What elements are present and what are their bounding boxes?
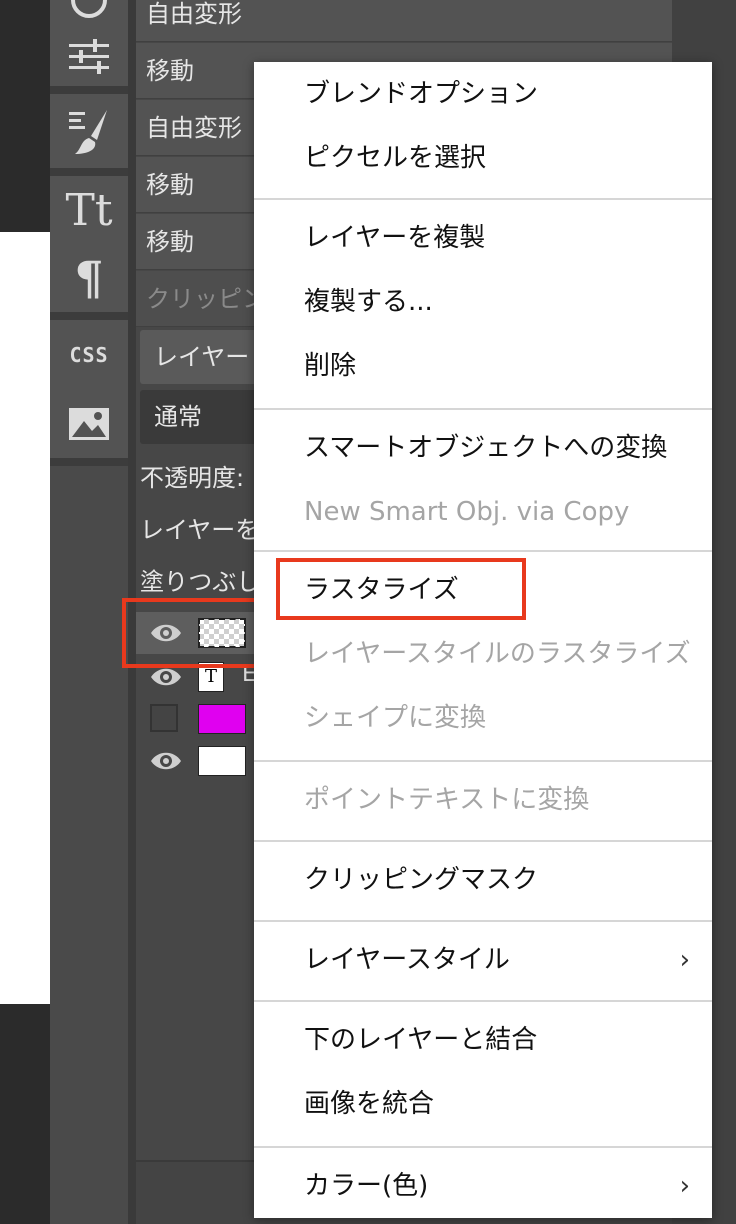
menu-separator bbox=[254, 840, 712, 842]
visibility-eye-icon[interactable] bbox=[150, 748, 182, 774]
menu-item-layer-style[interactable]: レイヤースタイル › bbox=[254, 928, 712, 992]
highlight-box-rasterize bbox=[276, 558, 526, 620]
background-layer-thumbnail bbox=[198, 746, 246, 776]
image-tool-icon[interactable] bbox=[50, 390, 128, 458]
chevron-right-icon: › bbox=[679, 1171, 690, 1201]
menu-separator bbox=[254, 408, 712, 410]
menu-item-flatten-image[interactable]: 画像を統合 bbox=[254, 1072, 712, 1136]
tool-separator bbox=[50, 312, 128, 320]
layer-row[interactable] bbox=[136, 698, 266, 740]
shape-layer-thumbnail bbox=[198, 704, 246, 734]
paragraph-tool-icon[interactable]: ¶ bbox=[50, 244, 128, 312]
text-tool-icon[interactable]: Tt bbox=[50, 176, 128, 244]
layer-row[interactable] bbox=[136, 740, 266, 782]
css-tool-icon[interactable]: CSS bbox=[50, 320, 128, 390]
tool-separator bbox=[50, 86, 128, 94]
menu-item-label: カラー(色) bbox=[304, 1171, 429, 1201]
tool-separator bbox=[50, 168, 128, 176]
tool-separator bbox=[50, 458, 128, 466]
menu-item-convert-to-shape[interactable]: シェイプに変換 bbox=[254, 686, 712, 750]
menu-item-rasterize-layer-style[interactable]: レイヤースタイルのラスタライズ bbox=[254, 622, 712, 686]
menu-separator bbox=[254, 1146, 712, 1148]
fill-label: 塗りつぶし bbox=[140, 568, 261, 596]
document-canvas[interactable] bbox=[0, 232, 50, 1004]
menu-item-select-pixels[interactable]: ピクセルを選択 bbox=[254, 126, 712, 190]
menu-separator bbox=[254, 1000, 712, 1002]
context-menu: ブレンドオプション ピクセルを選択 レイヤーを複製 複製する... 削除 スマー… bbox=[254, 62, 712, 1218]
brush-tool-icon[interactable] bbox=[50, 94, 128, 168]
opacity-label: 不透明度: bbox=[140, 464, 245, 492]
visibility-hidden-box[interactable] bbox=[150, 704, 178, 732]
menu-item-new-smart-obj-via-copy[interactable]: New Smart Obj. via Copy bbox=[254, 480, 712, 544]
menu-item-blend-options[interactable]: ブレンドオプション bbox=[254, 62, 712, 126]
lock-label: レイヤーを bbox=[140, 516, 260, 544]
menu-separator bbox=[254, 198, 712, 200]
tool-strip: Tt ¶ CSS bbox=[50, 0, 128, 1224]
menu-separator bbox=[254, 920, 712, 922]
highlight-box-layer bbox=[122, 598, 274, 668]
menu-separator bbox=[254, 760, 712, 762]
menu-item-color[interactable]: カラー(色) › bbox=[254, 1154, 712, 1218]
menu-item-duplicate-into[interactable]: 複製する... bbox=[254, 270, 712, 334]
history-item[interactable]: 自由変形 bbox=[136, 0, 672, 42]
menu-item-label: レイヤースタイル bbox=[304, 945, 510, 975]
menu-item-clipping-mask[interactable]: クリッピングマスク bbox=[254, 848, 712, 912]
menu-item-convert-smart-object[interactable]: スマートオブジェクトへの変換 bbox=[254, 416, 712, 480]
menu-item-duplicate-layer[interactable]: レイヤーを複製 bbox=[254, 206, 712, 270]
circle-tool-icon[interactable] bbox=[50, 0, 128, 28]
menu-item-delete[interactable]: 削除 bbox=[254, 334, 712, 398]
menu-item-convert-to-point-text[interactable]: ポイントテキストに変換 bbox=[254, 768, 712, 832]
menu-item-merge-down[interactable]: 下のレイヤーと結合 bbox=[254, 1008, 712, 1072]
chevron-right-icon: › bbox=[679, 945, 690, 975]
menu-separator bbox=[254, 550, 712, 552]
adjustments-sliders-icon[interactable] bbox=[50, 28, 128, 86]
